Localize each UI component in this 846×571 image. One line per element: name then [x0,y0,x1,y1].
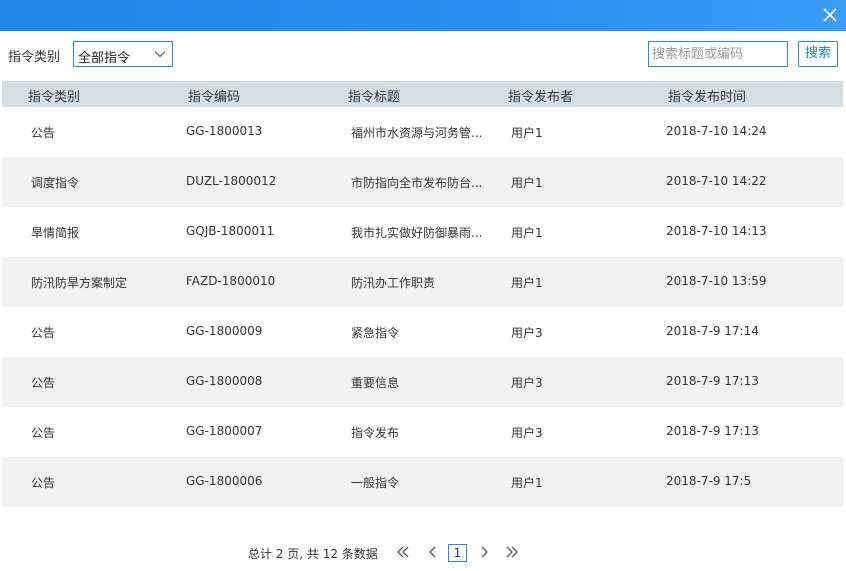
table-row[interactable]: 公告 GG-1800007 指令发布 用户3 2018-7-9 17:13 [2,407,843,457]
search-input[interactable] [648,41,788,67]
cell-publisher: 用户3 [511,376,543,390]
chevron-down-icon [154,48,166,64]
category-select[interactable]: 全部指令 [73,41,173,67]
cell-publisher: 用户1 [511,176,543,190]
cell-code: GG-1800006 [186,474,263,488]
cell-category: 公告 [31,126,56,140]
cell-time: 2018-7-10 14:22 [666,174,767,188]
last-page-icon[interactable] [505,545,519,563]
cell-category: 公告 [31,326,56,340]
cell-publisher: 用户1 [511,126,543,140]
cell-category: 调度指令 [31,176,80,190]
cell-time: 2018-7-10 14:13 [666,224,767,238]
cell-time: 2018-7-9 17:13 [666,424,759,438]
category-selected-value: 全部指令 [78,51,131,66]
cell-publisher: 用户1 [511,476,543,490]
column-header-code[interactable]: 指令编码 [188,86,240,105]
table-row[interactable]: 旱情简报 GQJB-1800011 我市扎实做好防御暴雨... 用户1 2018… [2,207,843,257]
column-header-category[interactable]: 指令类别 [28,86,80,105]
cell-publisher: 用户3 [511,326,543,340]
cell-code: DUZL-1800012 [186,174,277,188]
cell-time: 2018-7-9 17:13 [666,374,759,388]
cell-time: 2018-7-9 17:5 [666,474,752,488]
cell-category: 防汛防旱方案制定 [31,276,128,290]
table-row[interactable]: 调度指令 DUZL-1800012 市防指向全市发布防台... 用户1 2018… [2,157,843,207]
first-page-icon[interactable] [396,545,410,563]
cell-title[interactable]: 指令发布 [351,424,486,441]
close-icon[interactable] [822,7,838,23]
search-button[interactable]: 搜索 [798,41,838,67]
cell-publisher: 用户1 [511,276,543,290]
cell-title[interactable]: 市防指向全市发布防台... [351,174,486,191]
cell-code: GG-1800013 [186,124,263,138]
column-header-publisher[interactable]: 指令发布者 [508,86,573,105]
next-page-icon[interactable] [478,545,490,563]
cell-title[interactable]: 福州市水资源与河务管... [351,124,486,141]
cell-publisher: 用户1 [511,226,543,240]
cell-publisher: 用户3 [511,426,543,440]
cell-code: GQJB-1800011 [186,224,275,238]
table-header: 指令类别 指令编码 指令标题 指令发布者 指令发布时间 [2,81,843,107]
cell-code: GG-1800009 [186,324,263,338]
title-bar [0,0,846,31]
cell-title[interactable]: 防汛办工作职责 [351,274,486,291]
cell-category: 公告 [31,376,56,390]
filter-toolbar: 指令类别 全部指令 搜索 [0,31,846,78]
table-row[interactable]: 公告 GG-1800013 福州市水资源与河务管... 用户1 2018-7-1… [2,107,843,157]
prev-page-icon[interactable] [427,545,439,563]
instruction-table: 指令类别 指令编码 指令标题 指令发布者 指令发布时间 公告 GG-180001… [2,81,843,507]
pagination-summary: 总计 2 页, 共 12 条数据 [248,547,378,561]
page-number-current[interactable]: 1 [448,544,467,562]
category-label: 指令类别 [8,50,61,65]
cell-title[interactable]: 我市扎实做好防御暴雨... [351,224,486,241]
cell-time: 2018-7-10 13:59 [666,274,767,288]
column-header-time[interactable]: 指令发布时间 [668,86,746,105]
table-row[interactable]: 公告 GG-1800009 紧急指令 用户3 2018-7-9 17:14 [2,307,843,357]
cell-category: 旱情简报 [31,226,80,240]
cell-title[interactable]: 一般指令 [351,474,486,491]
cell-time: 2018-7-9 17:14 [666,324,759,338]
cell-title[interactable]: 紧急指令 [351,324,486,341]
pagination: 总计 2 页, 共 12 条数据 1 [0,543,846,563]
table-row[interactable]: 防汛防旱方案制定 FAZD-1800010 防汛办工作职责 用户1 2018-7… [2,257,843,307]
table-row[interactable]: 公告 GG-1800006 一般指令 用户1 2018-7-9 17:5 [2,457,843,507]
cell-category: 公告 [31,426,56,440]
cell-category: 公告 [31,476,56,490]
column-header-title[interactable]: 指令标题 [348,86,400,105]
cell-code: FAZD-1800010 [186,274,276,288]
cell-code: GG-1800008 [186,374,263,388]
cell-title[interactable]: 重要信息 [351,374,486,391]
table-row[interactable]: 公告 GG-1800008 重要信息 用户3 2018-7-9 17:13 [2,357,843,407]
cell-time: 2018-7-10 14:24 [666,124,767,138]
cell-code: GG-1800007 [186,424,263,438]
